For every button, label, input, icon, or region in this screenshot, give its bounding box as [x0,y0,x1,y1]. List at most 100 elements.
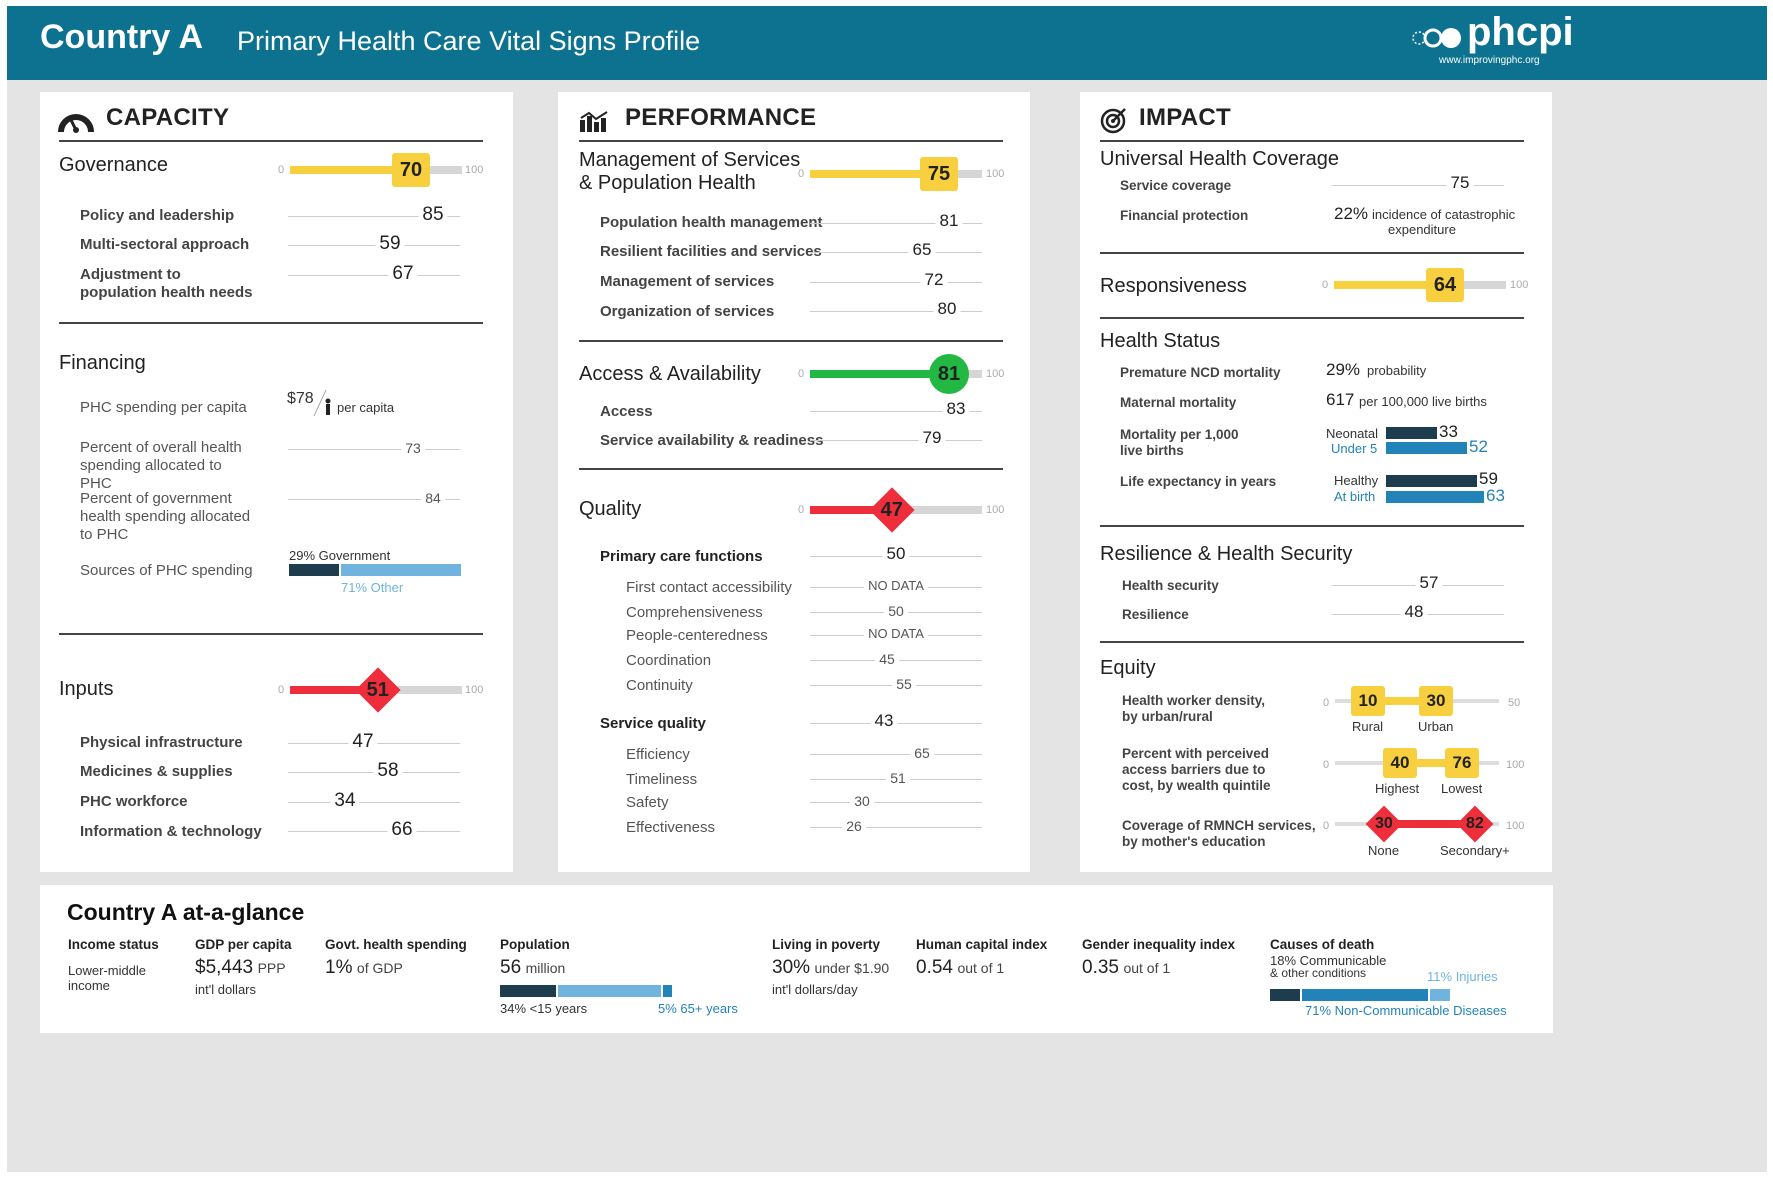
population-young-bar [500,985,556,997]
maternal-label: Maternal mortality [1120,395,1237,410]
performance-title: PERFORMANCE [625,104,817,131]
coverage-label: Service coverage [1120,178,1232,193]
ncd-pct: 71% [1305,1003,1332,1018]
management-label-2: & Population Health [579,172,756,194]
input-item-value: 66 [387,819,417,841]
sq-item-label: Effectiveness [626,819,715,836]
highest-marker: 40 [1383,748,1417,778]
life-expectancy-label: Life expectancy in years [1120,474,1277,489]
scale-min: 0 [798,168,805,180]
country-title: Country A [40,18,204,56]
page-subtitle: Primary Health Care Vital Signs Profile [237,26,701,56]
scale-min: 0 [1322,279,1329,291]
overall-value: 73 [401,440,425,456]
gii-heading: Gender inequality index [1082,937,1236,952]
responsiveness-score: 64 [1426,268,1464,302]
population-value: 56 [500,957,522,978]
scale-max: 100 [986,504,1005,516]
poverty-heading: Living in poverty [772,937,881,952]
resilience-value: 48 [1400,602,1428,622]
under5-label: Under 5 [1331,441,1378,456]
inj-label: Injuries [1455,969,1498,984]
quality-score-value: 47 [880,498,904,521]
secondary-label: Secondary+ [1440,843,1510,858]
performance-card: PERFORMANCE Management of Services & Pop… [558,92,1030,872]
scale-min: 0 [278,684,285,696]
poverty-unit: under $1.90 [814,960,890,976]
sq-value: 43 [870,711,898,731]
pcf-item-label: Comprehensiveness [626,604,763,621]
lowest-marker: 76 [1445,748,1479,778]
urban-label: Urban [1418,719,1454,734]
urban-marker: 30 [1419,686,1453,716]
other-share-bar [341,564,461,576]
capacity-title: CAPACITY [106,104,230,131]
population-adult-bar [558,985,661,997]
access-label: Access & Availability [579,363,761,385]
gii-unit: out of 1 [1123,960,1171,976]
poverty-sub: int'l dollars/day [772,982,858,997]
income-heading: Income status [68,937,159,952]
pcf-item-label: People-centeredness [626,627,768,644]
fin-protection-pct: 22% [1334,204,1369,223]
lowest-label: Lowest [1441,781,1483,796]
gov-item-label: Adjustment to population health needs [80,266,253,301]
pcf-label: Primary care functions [600,548,763,565]
resilience-section-label: Resilience & Health Security [1100,543,1353,565]
ncd-value: 29% [1326,360,1361,379]
responsiveness-track [1334,281,1506,289]
equity-label: Equity [1100,657,1156,679]
mgmt-item-value: 81 [935,211,963,231]
fin-protection-label: Financial protection [1120,208,1249,223]
sources-label: Sources of PHC spending [80,562,253,579]
phc-spending-value: $78 [287,390,314,407]
at-birth-bar [1386,491,1484,503]
gov-item-value: 59 [375,233,405,255]
sq-item-label: Safety [626,794,669,811]
highest-label: Highest [1375,781,1420,796]
access-item-label: Service availability & readiness [600,432,824,449]
mgmt-item-label: Population health management [600,214,823,231]
inputs-score-value: 51 [366,678,390,701]
pcf-item-value: 55 [892,676,916,692]
uhc-label: Universal Health Coverage [1100,148,1340,170]
scale-max: 50 [1508,697,1521,709]
impact-title: IMPACT [1139,104,1232,131]
healthy-label: Healthy [1334,473,1379,488]
inputs-score: 51 [355,667,401,713]
scale-min: 0 [1323,759,1330,771]
none-marker: 30 [1365,805,1403,843]
health-security-label: Health security [1122,578,1219,593]
glance-card: Country A at-a-glance Income status Lowe… [40,885,1553,1033]
rural-label: Rural [1352,719,1384,734]
scale-max: 100 [465,164,484,176]
fin-protection-text1: incidence of catastrophic [1372,207,1516,222]
scale-max: 100 [1506,759,1525,771]
pcf-item-value: 45 [875,651,899,667]
input-item-label: Information & technology [80,823,262,840]
none-value: 30 [1375,814,1393,832]
old-label: 65+ years [680,1001,738,1016]
target-icon [1100,106,1128,134]
at-birth-label: At birth [1334,489,1376,504]
gdp-heading: GDP per capita [195,937,292,952]
sq-item-value: 30 [850,793,874,809]
scale-min: 0 [798,504,805,516]
gov-item-label: Policy and leadership [80,207,235,224]
mgmt-item-value: 72 [920,270,948,290]
govt-spending-unit: of GDP [356,960,403,976]
govt-spending-heading: Govt. health spending [325,937,467,952]
phcpi-logo-icon [1407,16,1465,56]
pcf-item-value: 50 [884,603,908,619]
quality-label: Quality [579,498,642,520]
health-security-value: 57 [1415,573,1443,593]
glance-title: Country A at-a-glance [67,899,305,925]
injuries-bar [1430,989,1450,1001]
scale-min: 0 [1323,820,1330,832]
govt-spending-value: 1% [325,957,353,978]
pcf-item-value: NO DATA [864,626,928,641]
gov-source-name: Government [318,548,391,563]
resilience-label: Resilience [1122,607,1189,622]
responsiveness-label: Responsiveness [1100,275,1247,297]
pcf-item-label: First contact accessibility [626,579,792,596]
